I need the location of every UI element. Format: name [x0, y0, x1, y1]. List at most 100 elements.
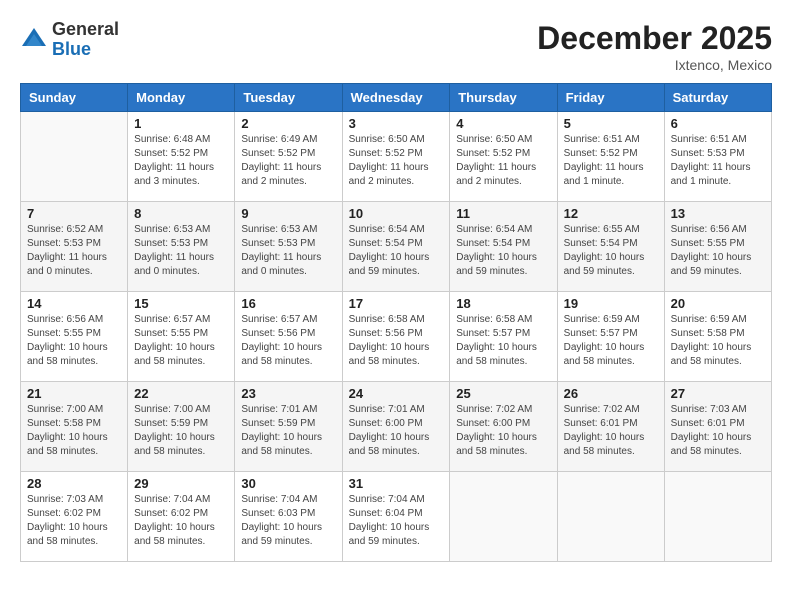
calendar-cell: 16Sunrise: 6:57 AM Sunset: 5:56 PM Dayli… [235, 292, 342, 382]
calendar-week-row: 21Sunrise: 7:00 AM Sunset: 5:58 PM Dayli… [21, 382, 772, 472]
day-info: Sunrise: 6:53 AM Sunset: 5:53 PM Dayligh… [134, 223, 228, 279]
calendar-cell [21, 112, 128, 202]
day-info: Sunrise: 7:04 AM Sunset: 6:03 PM Dayligh… [241, 493, 335, 549]
day-info: Sunrise: 6:56 AM Sunset: 5:55 PM Dayligh… [671, 223, 765, 279]
day-number: 19 [564, 296, 658, 311]
calendar-cell: 23 Sunrise: 7:01 AM Sunset: 5:59 PM Dayli… [235, 382, 342, 472]
day-info: Sunrise: 6:56 AM Sunset: 5:55 PM Dayligh… [27, 313, 121, 369]
day-info: Sunrise: 6:49 AM Sunset: 5:52 PM Dayligh… [241, 133, 335, 189]
day-info: Sunrise: 6:51 AM Sunset: 5:53 PM Dayligh… [671, 133, 765, 189]
day-info: Sunrise: 7:03 AM Sunset: 6:01 PM Dayligh… [671, 403, 765, 459]
calendar-cell [450, 472, 557, 562]
day-number: 28 [27, 476, 121, 491]
day-info: Sunrise: 7:03 AM Sunset: 6:02 PM Dayligh… [27, 493, 121, 549]
calendar-cell: 15 Sunrise: 6:57 AM Sunset: 5:55 PM Dayli… [128, 292, 235, 382]
calendar-cell: 29Sunrise: 7:04 AM Sunset: 6:02 PM Dayli… [128, 472, 235, 562]
day-number: 11 [456, 206, 550, 221]
day-info: Sunrise: 7:00 AM Sunset: 5:58 PM Dayligh… [27, 403, 121, 459]
day-number: 9 [241, 206, 335, 221]
calendar-header-row: SundayMondayTuesdayWednesdayThursdayFrid… [21, 84, 772, 112]
calendar-cell: 26Sunrise: 7:02 AM Sunset: 6:01 PM Dayli… [557, 382, 664, 472]
calendar-cell: 11 Sunrise: 6:54 AM Sunset: 5:54 PM Dayli… [450, 202, 557, 292]
day-number: 16 [241, 296, 335, 311]
calendar-cell: 22 Sunrise: 7:00 AM Sunset: 5:59 PM Dayli… [128, 382, 235, 472]
calendar-cell: 31 Sunrise: 7:04 AM Sunset: 6:04 PM Dayli… [342, 472, 450, 562]
calendar-cell: 2 Sunrise: 6:49 AM Sunset: 5:52 PM Daylig… [235, 112, 342, 202]
day-info: Sunrise: 6:52 AM Sunset: 5:53 PM Dayligh… [27, 223, 121, 279]
day-info: Sunrise: 6:48 AM Sunset: 5:52 PM Dayligh… [134, 133, 228, 189]
calendar-cell: 4 Sunrise: 6:50 AM Sunset: 5:52 PM Daylig… [450, 112, 557, 202]
calendar-cell [557, 472, 664, 562]
day-number: 4 [456, 116, 550, 131]
title-block: December 2025 Ixtenco, Mexico [537, 20, 772, 73]
calendar-header-friday: Friday [557, 84, 664, 112]
day-number: 7 [27, 206, 121, 221]
calendar-week-row: 28 Sunrise: 7:03 AM Sunset: 6:02 PM Dayli… [21, 472, 772, 562]
calendar: SundayMondayTuesdayWednesdayThursdayFrid… [20, 83, 772, 562]
day-info: Sunrise: 7:02 AM Sunset: 6:00 PM Dayligh… [456, 403, 550, 459]
page-header: General Blue December 2025 Ixtenco, Mexi… [20, 20, 772, 73]
calendar-cell: 8 Sunrise: 6:53 AM Sunset: 5:53 PM Daylig… [128, 202, 235, 292]
day-number: 1 [134, 116, 228, 131]
calendar-cell: 28 Sunrise: 7:03 AM Sunset: 6:02 PM Dayli… [21, 472, 128, 562]
day-info: Sunrise: 6:59 AM Sunset: 5:58 PM Dayligh… [671, 313, 765, 369]
day-number: 22 [134, 386, 228, 401]
day-number: 17 [349, 296, 444, 311]
day-number: 5 [564, 116, 658, 131]
day-number: 2 [241, 116, 335, 131]
day-info: Sunrise: 6:50 AM Sunset: 5:52 PM Dayligh… [456, 133, 550, 189]
day-number: 18 [456, 296, 550, 311]
calendar-header-tuesday: Tuesday [235, 84, 342, 112]
day-number: 13 [671, 206, 765, 221]
calendar-header-thursday: Thursday [450, 84, 557, 112]
calendar-cell: 14 Sunrise: 6:56 AM Sunset: 5:55 PM Dayli… [21, 292, 128, 382]
calendar-cell: 12Sunrise: 6:55 AM Sunset: 5:54 PM Dayli… [557, 202, 664, 292]
calendar-cell: 19Sunrise: 6:59 AM Sunset: 5:57 PM Dayli… [557, 292, 664, 382]
calendar-header-sunday: Sunday [21, 84, 128, 112]
calendar-week-row: 14 Sunrise: 6:56 AM Sunset: 5:55 PM Dayli… [21, 292, 772, 382]
calendar-cell: 5 Sunrise: 6:51 AM Sunset: 5:52 PM Daylig… [557, 112, 664, 202]
day-info: Sunrise: 7:02 AM Sunset: 6:01 PM Dayligh… [564, 403, 658, 459]
day-number: 14 [27, 296, 121, 311]
logo-text: General Blue [52, 20, 119, 60]
day-info: Sunrise: 7:04 AM Sunset: 6:04 PM Dayligh… [349, 493, 444, 549]
calendar-week-row: 1 Sunrise: 6:48 AM Sunset: 5:52 PM Daylig… [21, 112, 772, 202]
calendar-cell: 9Sunrise: 6:53 AM Sunset: 5:53 PM Daylig… [235, 202, 342, 292]
day-number: 23 [241, 386, 335, 401]
calendar-header-saturday: Saturday [664, 84, 771, 112]
day-info: Sunrise: 7:01 AM Sunset: 5:59 PM Dayligh… [241, 403, 335, 459]
calendar-cell: 25 Sunrise: 7:02 AM Sunset: 6:00 PM Dayli… [450, 382, 557, 472]
month-title: December 2025 [537, 20, 772, 57]
day-info: Sunrise: 6:51 AM Sunset: 5:52 PM Dayligh… [564, 133, 658, 189]
day-info: Sunrise: 6:54 AM Sunset: 5:54 PM Dayligh… [456, 223, 550, 279]
day-number: 15 [134, 296, 228, 311]
calendar-cell: 21Sunrise: 7:00 AM Sunset: 5:58 PM Dayli… [21, 382, 128, 472]
day-number: 25 [456, 386, 550, 401]
day-number: 10 [349, 206, 444, 221]
day-number: 27 [671, 386, 765, 401]
calendar-cell: 20 Sunrise: 6:59 AM Sunset: 5:58 PM Dayli… [664, 292, 771, 382]
logo-general: General [52, 20, 119, 40]
day-info: Sunrise: 7:00 AM Sunset: 5:59 PM Dayligh… [134, 403, 228, 459]
calendar-cell: 3Sunrise: 6:50 AM Sunset: 5:52 PM Daylig… [342, 112, 450, 202]
calendar-cell: 10 Sunrise: 6:54 AM Sunset: 5:54 PM Dayli… [342, 202, 450, 292]
day-info: Sunrise: 6:57 AM Sunset: 5:55 PM Dayligh… [134, 313, 228, 369]
calendar-cell [664, 472, 771, 562]
calendar-cell: 27 Sunrise: 7:03 AM Sunset: 6:01 PM Dayli… [664, 382, 771, 472]
day-info: Sunrise: 6:55 AM Sunset: 5:54 PM Dayligh… [564, 223, 658, 279]
day-number: 8 [134, 206, 228, 221]
calendar-cell: 13 Sunrise: 6:56 AM Sunset: 5:55 PM Dayli… [664, 202, 771, 292]
day-number: 29 [134, 476, 228, 491]
day-number: 3 [349, 116, 444, 131]
calendar-cell: 7 Sunrise: 6:52 AM Sunset: 5:53 PM Daylig… [21, 202, 128, 292]
logo-icon [20, 26, 48, 54]
day-info: Sunrise: 7:01 AM Sunset: 6:00 PM Dayligh… [349, 403, 444, 459]
calendar-cell: 24Sunrise: 7:01 AM Sunset: 6:00 PM Dayli… [342, 382, 450, 472]
calendar-header-wednesday: Wednesday [342, 84, 450, 112]
day-info: Sunrise: 6:54 AM Sunset: 5:54 PM Dayligh… [349, 223, 444, 279]
day-number: 20 [671, 296, 765, 311]
day-number: 31 [349, 476, 444, 491]
logo: General Blue [20, 20, 119, 60]
day-info: Sunrise: 6:58 AM Sunset: 5:57 PM Dayligh… [456, 313, 550, 369]
calendar-cell: 6Sunrise: 6:51 AM Sunset: 5:53 PM Daylig… [664, 112, 771, 202]
